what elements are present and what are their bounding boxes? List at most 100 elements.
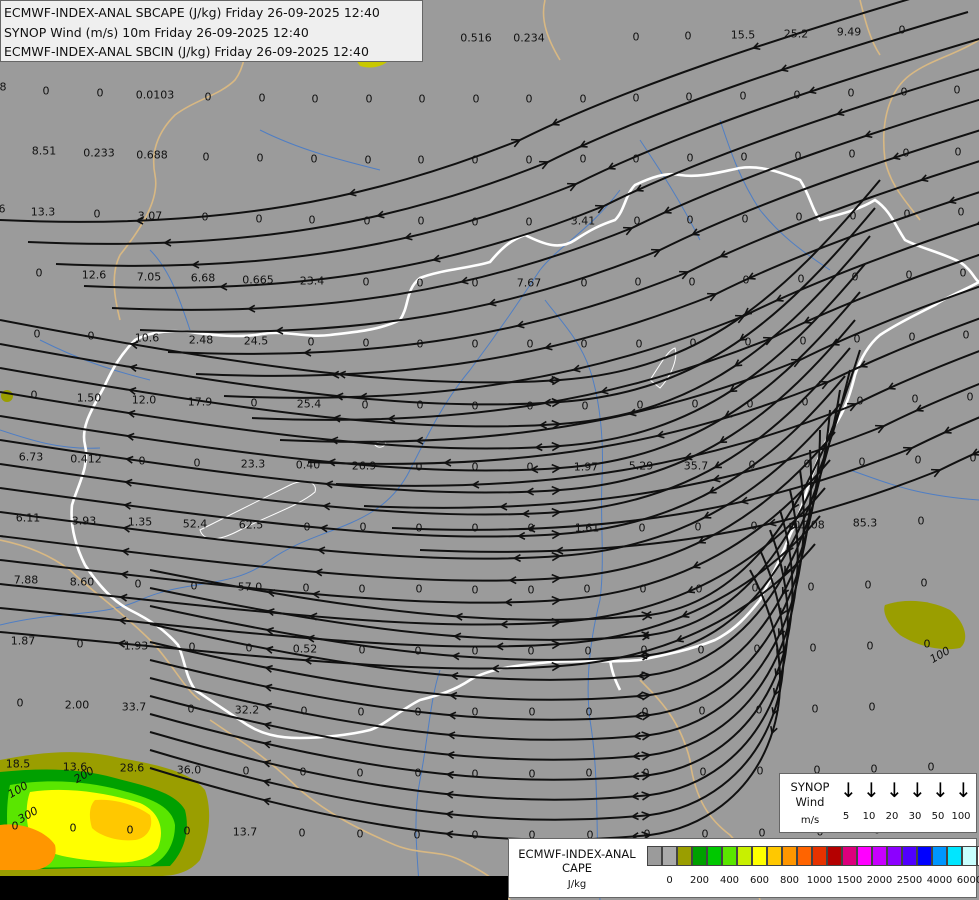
station-value: 0 <box>684 29 692 43</box>
synop-wind-legend: SYNOP Wind m/s ↓ 5 ↓ 10 ↓ 20 ↓ 30 ↓ 50 ↓ 100 <box>779 773 977 833</box>
station-value: 0 <box>809 641 817 655</box>
station-value: 1.61 <box>574 521 600 535</box>
station-value: 0 <box>699 765 707 779</box>
station-value: 0 <box>744 335 752 349</box>
station-value: 0 <box>917 514 925 528</box>
station-value: 0 <box>694 520 702 534</box>
station-value: 0 <box>204 90 212 104</box>
station-value: 0 <box>698 704 706 718</box>
station-value: 0 <box>525 153 533 167</box>
station-value: 0 <box>258 91 266 105</box>
station-value: 0 <box>742 273 750 287</box>
station-value: 0 <box>16 696 24 710</box>
station-value: 0 <box>525 215 533 229</box>
station-value: 0 <box>190 579 198 593</box>
station-value: 0 <box>642 766 650 780</box>
weather-map[interactable] <box>0 0 979 900</box>
station-value: 8.60 <box>69 575 95 589</box>
station-value: 0 <box>584 644 592 658</box>
station-value: 28.6 <box>119 761 145 775</box>
station-value: 0 <box>415 460 423 474</box>
station-value: 0 <box>581 399 589 413</box>
station-value: 52.4 <box>182 517 208 531</box>
station-value: 23.4 <box>299 274 325 288</box>
station-value: 0 <box>526 460 534 474</box>
station-value: 0 <box>415 521 423 535</box>
station-value: 0 <box>957 205 965 219</box>
station-value: 0 <box>640 643 648 657</box>
station-value: 0 <box>856 394 864 408</box>
station-value: 0 <box>580 276 588 290</box>
station-value: 0 <box>954 145 962 159</box>
wind-speed-label: 20 <box>885 811 899 822</box>
station-value: 0 <box>755 703 763 717</box>
station-value: 0 <box>908 330 916 344</box>
station-value: 0 <box>303 520 311 534</box>
station-value: 0 <box>416 276 424 290</box>
station-value: 0 <box>756 764 764 778</box>
cape-color-swatch <box>722 846 737 866</box>
station-value: 0 <box>927 760 935 774</box>
station-value: 0.0103 <box>135 88 175 102</box>
station-value: 0 <box>358 582 366 596</box>
station-value: 0 <box>126 823 134 837</box>
bottom-black-bar <box>0 876 508 900</box>
station-value: 0 <box>685 90 693 104</box>
cape-tick-label: 400 <box>719 875 740 886</box>
station-value: 0 <box>635 337 643 351</box>
station-value: 2.00 <box>64 698 90 712</box>
station-value: 0 <box>799 334 807 348</box>
cape-tick-label: 600 <box>749 875 770 886</box>
station-value: 0 <box>527 583 535 597</box>
synop-legend-unit: m/s <box>800 815 820 826</box>
station-value: 0 <box>356 766 364 780</box>
wind-arrow-icon: ↓ <box>909 778 926 802</box>
station-value: 3.07 <box>137 209 163 223</box>
station-value: 0 <box>96 86 104 100</box>
station-value: 0 <box>471 276 479 290</box>
station-value: 13.3 <box>30 205 56 219</box>
station-value: 0 <box>686 213 694 227</box>
station-value: 0 <box>471 337 479 351</box>
station-value: 57.0 <box>237 580 263 594</box>
station-value: 0 <box>69 821 77 835</box>
cape-color-swatch <box>647 846 662 866</box>
station-value: 0 <box>853 332 861 346</box>
station-value: 0 <box>415 582 423 596</box>
cape-legend-title-line: CAPE <box>561 861 593 875</box>
title-line-wind: SYNOP Wind (m/s) 10m Friday 26-09-2025 1… <box>4 24 309 40</box>
station-value: 0 <box>308 213 316 227</box>
station-value: 0 <box>93 207 101 221</box>
station-value: 0 <box>242 764 250 778</box>
station-value: 0 <box>363 214 371 228</box>
station-value: 0 <box>851 270 859 284</box>
station-value: 0 <box>914 453 922 467</box>
station-value: 0 <box>471 644 479 658</box>
station-value: 0 <box>686 151 694 165</box>
station-value: 0 <box>307 335 315 349</box>
station-value: 0 <box>526 337 534 351</box>
synop-legend-title-line: Wind <box>795 795 825 809</box>
cape-color-swatch <box>677 846 692 866</box>
station-value: 0 <box>753 642 761 656</box>
station-value: 8 <box>0 80 7 94</box>
station-value: 0 <box>362 275 370 289</box>
station-value: 1.93 <box>123 639 149 653</box>
cape-tick-label: 800 <box>779 875 800 886</box>
station-value: 0 <box>864 578 872 592</box>
station-value: 0 <box>471 521 479 535</box>
station-value: 0 <box>311 92 319 106</box>
station-value: 18.5 <box>5 757 31 771</box>
station-value: 17.9 <box>187 395 213 409</box>
cape-tick-label: 1500 <box>836 875 863 886</box>
cape-color-swatch <box>767 846 782 866</box>
station-value: 0 <box>528 705 536 719</box>
station-value: 0 <box>585 705 593 719</box>
station-value: 0 <box>413 828 421 842</box>
cape-color-swatch <box>917 846 932 866</box>
station-value: 23.3 <box>240 457 266 471</box>
station-value: 0 <box>959 266 967 280</box>
station-value: 0 <box>298 826 306 840</box>
station-value: 0 <box>87 329 95 343</box>
station-value: 0 <box>255 212 263 226</box>
